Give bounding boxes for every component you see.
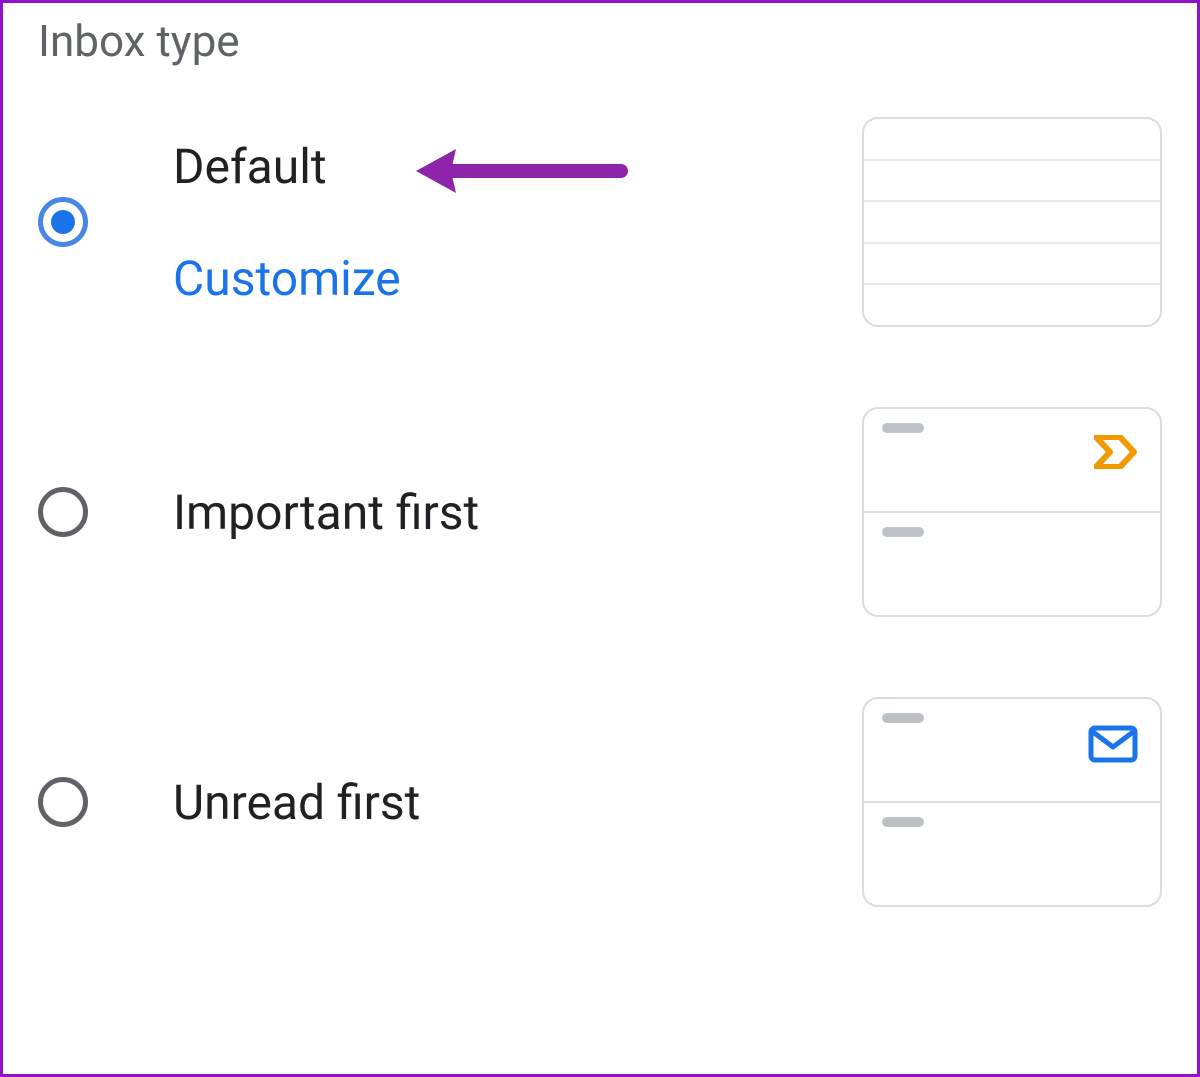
- option-default-label[interactable]: Default: [173, 138, 862, 195]
- preview-default-icon: [862, 117, 1162, 327]
- radio-important-first[interactable]: [38, 487, 88, 537]
- option-important-first-label[interactable]: Important first: [173, 484, 479, 541]
- preview-important-first-icon: [862, 407, 1162, 617]
- option-default-row: Default Customize: [38, 117, 1162, 327]
- section-title: Inbox type: [38, 15, 1162, 67]
- radio-unread-first[interactable]: [38, 777, 88, 827]
- preview-unread-first-icon: [862, 697, 1162, 907]
- option-unread-first-label[interactable]: Unread first: [173, 774, 420, 831]
- radio-default[interactable]: [38, 197, 88, 247]
- customize-link[interactable]: Customize: [173, 250, 862, 307]
- important-marker-icon: [1094, 435, 1138, 473]
- option-unread-first-row: Unread first: [38, 697, 1162, 907]
- option-important-first-row: Important first: [38, 407, 1162, 617]
- mail-icon: [1088, 725, 1138, 767]
- inbox-type-settings-panel: Inbox type Default Customize: [0, 0, 1200, 1077]
